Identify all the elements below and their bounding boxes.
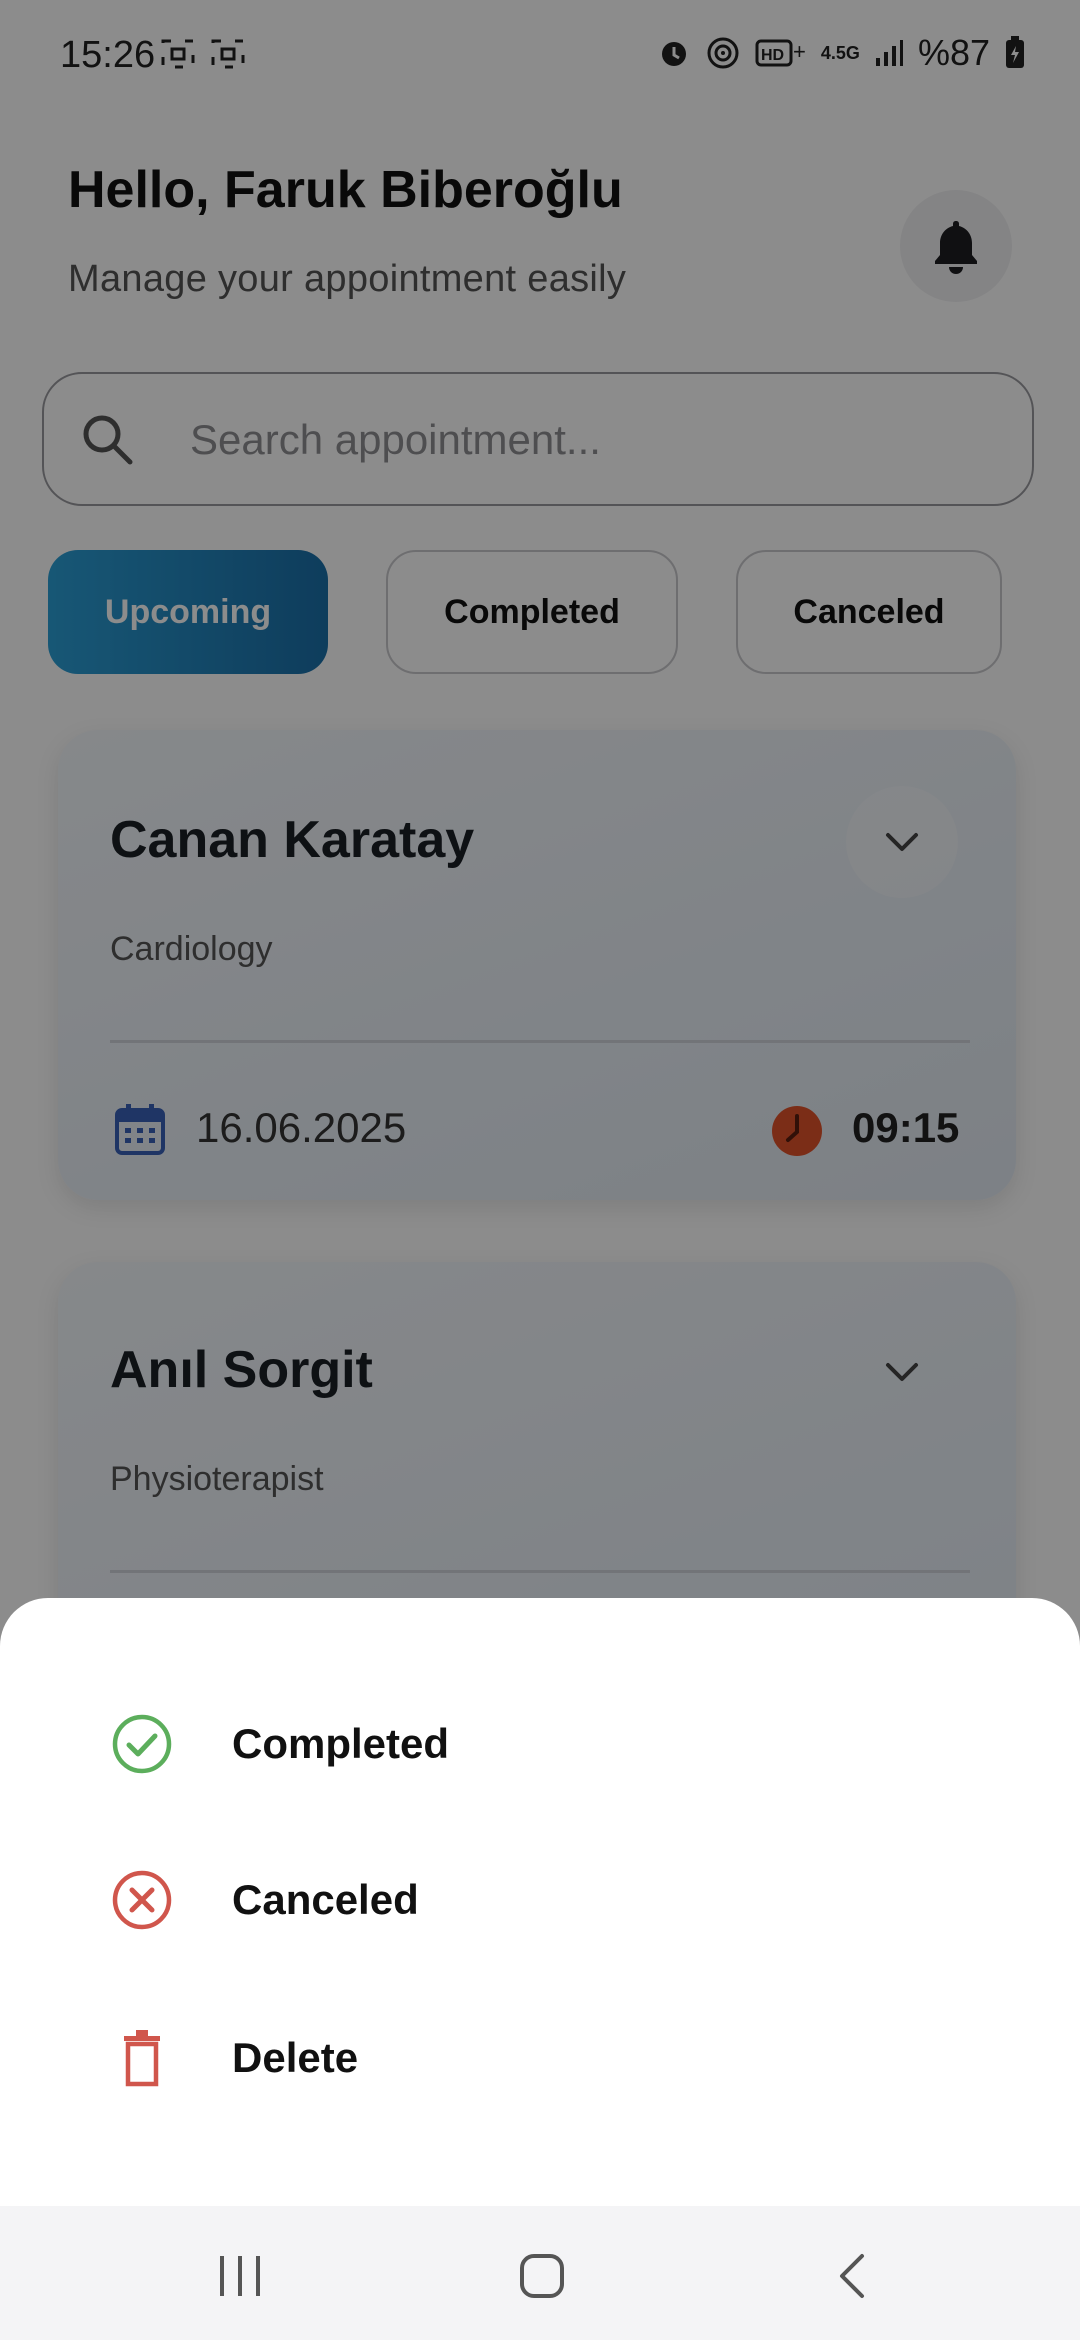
recent-apps-icon (220, 2256, 260, 2296)
home-button[interactable] (518, 2252, 566, 2305)
action-canceled[interactable]: Canceled (110, 1868, 419, 1932)
x-circle-icon (112, 1870, 172, 1930)
trash-icon (124, 2030, 160, 2087)
action-label: Completed (232, 1720, 450, 1767)
action-delete[interactable]: Delete (110, 2026, 358, 2090)
back-icon (840, 2254, 864, 2298)
action-completed[interactable]: Completed (110, 1712, 449, 1776)
recent-apps-button[interactable] (216, 2254, 264, 2303)
back-button[interactable] (832, 2252, 872, 2305)
action-label: Canceled (232, 1876, 419, 1923)
check-circle-icon (112, 1714, 172, 1774)
action-label: Delete (232, 2034, 359, 2081)
home-icon (520, 2254, 564, 2298)
